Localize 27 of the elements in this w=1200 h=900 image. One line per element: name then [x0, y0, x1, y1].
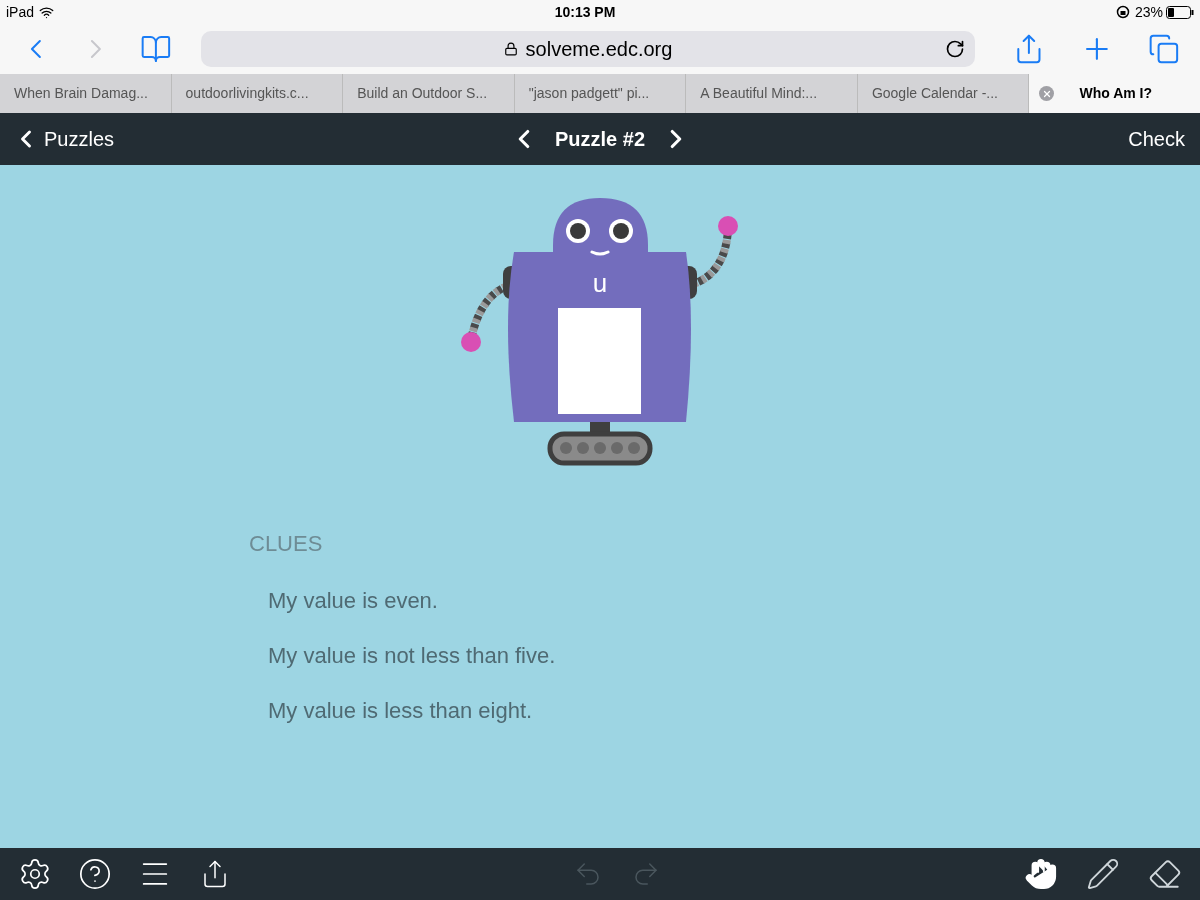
- reload-icon[interactable]: [944, 39, 965, 59]
- clue-text: My value is even.: [268, 587, 439, 615]
- browser-tab[interactable]: Who Am I?: [1029, 74, 1200, 113]
- clue-text: My value is less than eight.: [268, 697, 534, 725]
- battery-percent: 23%: [1134, 2, 1163, 22]
- settings-icon[interactable]: [18, 857, 52, 891]
- wifi-icon: [39, 4, 55, 20]
- address-bar[interactable]: solveme.edc.org: [201, 31, 975, 67]
- puzzle-title: Puzzle #2: [554, 127, 645, 152]
- battery-icon: [1166, 5, 1194, 19]
- help-icon[interactable]: [78, 857, 112, 891]
- device-name: iPad: [6, 2, 35, 22]
- check-button[interactable]: Check: [1128, 124, 1188, 154]
- close-tab-icon[interactable]: [1039, 86, 1055, 101]
- eraser-tool-icon[interactable]: [1148, 857, 1182, 891]
- bookmarks-icon[interactable]: [139, 33, 172, 65]
- hand-tool-icon[interactable]: [1024, 857, 1058, 891]
- clue-text: My value is not less than five.: [268, 642, 557, 670]
- pencil-tool-icon[interactable]: [1086, 857, 1120, 891]
- puzzles-back-link[interactable]: Puzzles: [12, 124, 312, 154]
- tabs-icon[interactable]: [1148, 33, 1180, 65]
- rotation-lock-icon: [1115, 5, 1130, 19]
- clock: 10:13 PM: [553, 2, 617, 22]
- robot-label: u: [591, 268, 609, 298]
- clues-heading: CLUES: [249, 530, 324, 558]
- lock-icon: [503, 42, 518, 56]
- url-text: solveme.edc.org: [525, 37, 673, 62]
